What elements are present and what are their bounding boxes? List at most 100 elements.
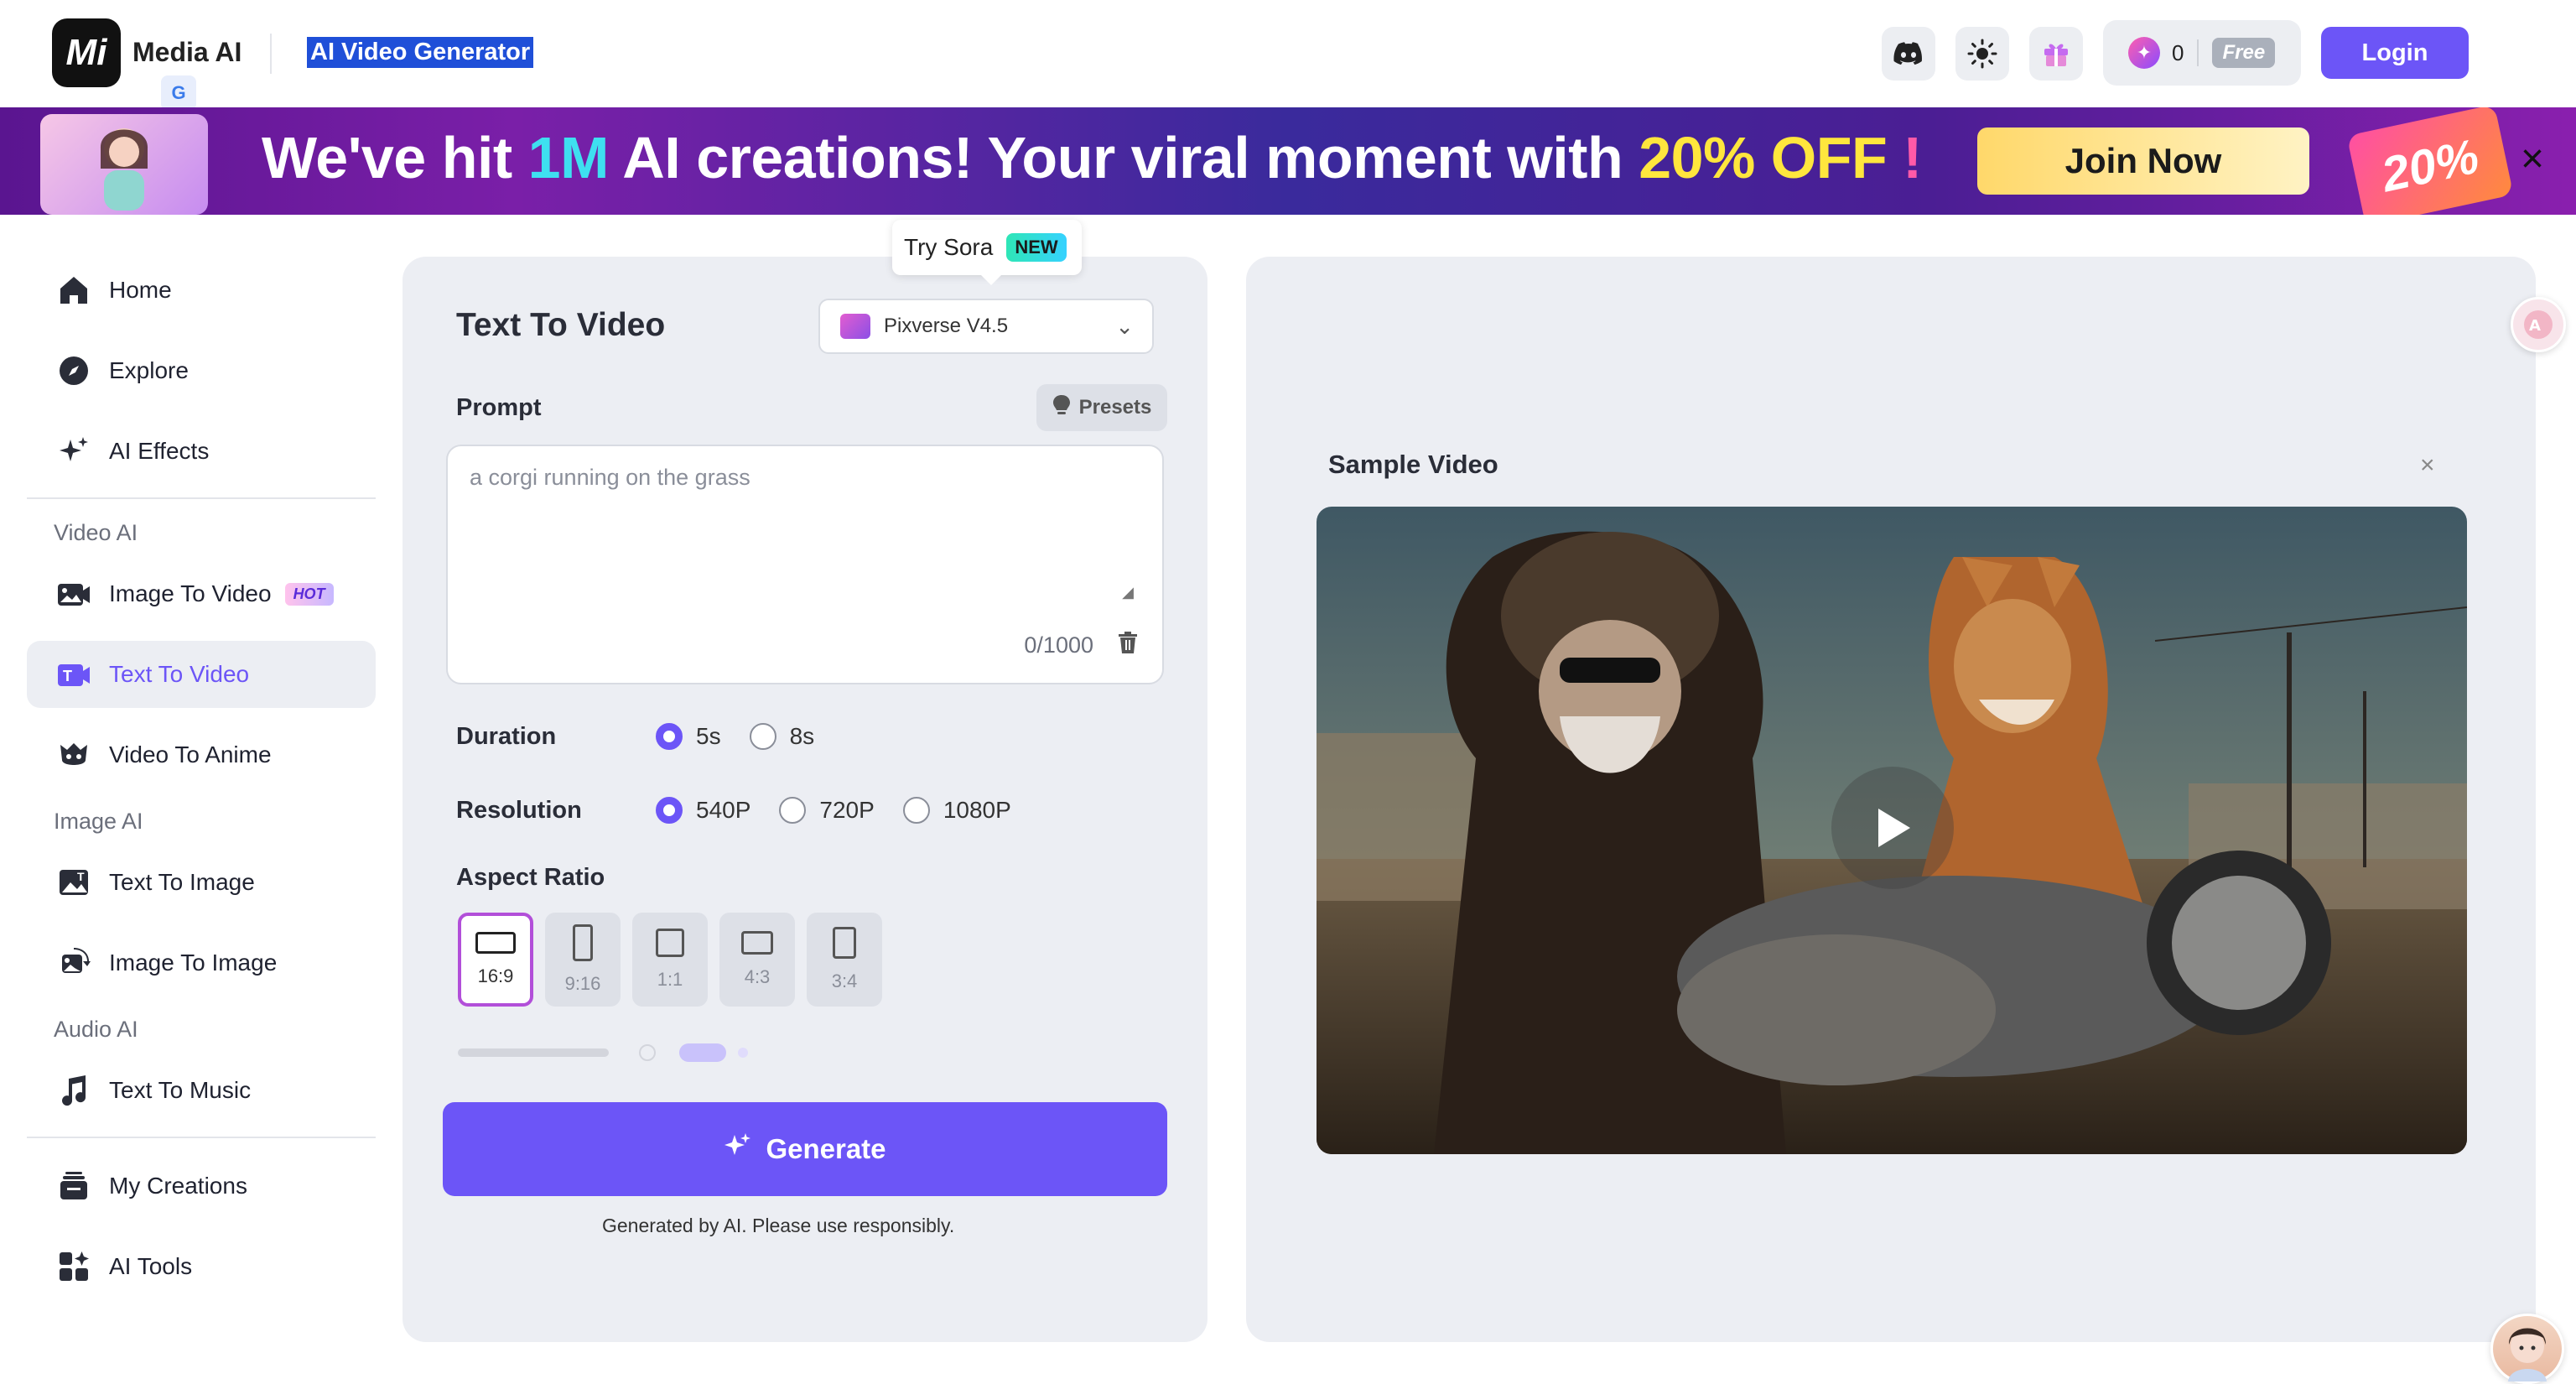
aspect-option-label: 4:3 [744, 966, 771, 987]
assistant-avatar[interactable] [2490, 1314, 2564, 1384]
sidebar-item-explore[interactable]: Explore [27, 337, 376, 404]
brand-name[interactable]: Media AI [132, 37, 242, 68]
sidebar-item-ai-effects[interactable]: AI Effects [27, 418, 376, 485]
radio-unselected[interactable] [902, 797, 930, 824]
banner-text-highlight-1m: 1M [527, 125, 610, 190]
sidebar-item-label: Home [109, 277, 172, 303]
sparkle-icon [55, 433, 92, 470]
join-now-button[interactable]: Join Now [1977, 127, 2309, 195]
svg-text:T: T [63, 668, 72, 684]
translate-widget-icon[interactable]: A [2511, 297, 2566, 352]
chevron-down-icon: ⌄ [1115, 314, 1134, 339]
login-button[interactable]: Login [2321, 27, 2469, 79]
banner-close-icon[interactable]: × [2512, 139, 2553, 181]
home-icon [55, 272, 92, 309]
landscape-shape-icon [475, 932, 516, 954]
sidebar-item-label: Text To Video [109, 661, 250, 687]
sun-icon [1967, 39, 1997, 69]
aspect-option-1-1[interactable]: 1:1 [632, 913, 708, 1007]
trash-icon[interactable] [1117, 631, 1139, 660]
sidebar-item-text-to-image[interactable]: T Text To Image [27, 849, 376, 916]
aspect-option-4-3[interactable]: 4:3 [719, 913, 795, 1007]
discord-icon [1893, 42, 1922, 65]
header-divider [270, 34, 272, 74]
discount-ticket-badge: 20% [2346, 107, 2514, 215]
aspect-option-3-4[interactable]: 3:4 [807, 913, 882, 1007]
generate-button[interactable]: Generate [443, 1102, 1167, 1196]
music-note-icon [55, 1072, 92, 1109]
aspect-option-16-9[interactable]: 16:9 [458, 913, 533, 1007]
sample-video-title: Sample Video [1328, 450, 1498, 479]
duration-option-5s[interactable]: 5s [656, 723, 721, 750]
sidebar-item-image-to-video[interactable]: Image To Video HOT [27, 560, 376, 627]
presets-button[interactable]: Presets [1036, 384, 1167, 431]
play-icon [1878, 809, 1910, 847]
sidebar-item-text-to-video[interactable]: T Text To Video [27, 641, 376, 708]
model-select[interactable]: Pixverse V4.5 ⌄ [818, 299, 1154, 354]
generate-label: Generate [766, 1133, 886, 1164]
page-title: AI Video Generator [307, 37, 534, 68]
aspect-option-9-16[interactable]: 9:16 [545, 913, 621, 1007]
resolution-label: Resolution [456, 797, 582, 824]
sidebar-item-ai-tools[interactable]: AI Tools [27, 1233, 376, 1300]
panel-title: Text To Video [456, 307, 666, 343]
sidebar-item-text-to-music[interactable]: Text To Music [27, 1057, 376, 1124]
duration-option-8s[interactable]: 8s [749, 723, 815, 750]
prompt-label: Prompt [456, 394, 542, 421]
image-video-icon [55, 575, 92, 612]
svg-text:A: A [2529, 317, 2541, 335]
character-icon [100, 128, 148, 211]
tall-shape-icon [833, 927, 856, 959]
duration-radio-group: 5s 8s [656, 723, 843, 750]
square-shape-icon [656, 929, 684, 957]
discord-button[interactable] [1882, 27, 1935, 81]
radio-label: 8s [789, 723, 815, 749]
resolution-option-1080p[interactable]: 1080P [902, 797, 1011, 824]
radio-selected[interactable] [656, 797, 683, 824]
media-ai-logo[interactable]: Mi [52, 18, 121, 87]
sidebar-item-label: Image To Video [109, 580, 272, 606]
folder-stack-icon [55, 1168, 92, 1204]
sidebar-item-my-creations[interactable]: My Creations [27, 1152, 376, 1220]
sample-close-icon[interactable]: × [2420, 451, 2435, 480]
banner-character-illustration [40, 114, 208, 215]
sidebar: Home Explore AI Effects Video AI Image T… [0, 215, 394, 1384]
prompt-textarea[interactable]: a corgi running on the grass ◢ 0/1000 [446, 445, 1164, 684]
try-sora-tooltip[interactable]: Try Sora NEW [892, 220, 1082, 285]
banner-text-exclaim: ! [1887, 125, 1922, 190]
sidebar-item-label: Text To Image [109, 869, 255, 895]
radio-label: 540P [696, 797, 751, 823]
aspect-ratio-label: Aspect Ratio [456, 864, 605, 891]
sidebar-item-image-to-image[interactable]: Image To Image [27, 929, 376, 996]
lightbulb-icon [1052, 394, 1071, 421]
radio-unselected[interactable] [749, 723, 776, 750]
banner-text-part1: We've hit [262, 125, 528, 190]
aspect-option-label: 1:1 [657, 969, 683, 990]
sidebar-item-label: AI Tools [109, 1253, 193, 1279]
resize-handle-icon[interactable]: ◢ [1122, 584, 1134, 601]
aspect-option-label: 16:9 [477, 965, 514, 986]
model-select-value: Pixverse V4.5 [884, 315, 1009, 337]
resolution-option-720p[interactable]: 720P [779, 797, 875, 824]
sidebar-item-label: AI Effects [109, 438, 210, 464]
resolution-option-540p[interactable]: 540P [656, 797, 750, 824]
portrait-shape-icon [573, 924, 593, 961]
faded-toggle-icon [458, 1043, 748, 1062]
sparkle-icon [724, 1132, 752, 1168]
text-image-icon: T [55, 864, 92, 901]
radio-selected[interactable] [656, 723, 683, 750]
promo-banner[interactable]: We've hit 1M AI creations! Your viral mo… [0, 107, 2576, 215]
gift-icon [2044, 44, 2068, 66]
gift-button[interactable] [2029, 27, 2083, 81]
plan-badge: Free [2212, 38, 2276, 68]
theme-toggle-button[interactable] [1955, 27, 2009, 81]
prompt-char-counter: 0/1000 [1024, 632, 1093, 658]
faded-visibility-row [458, 1042, 776, 1069]
text-video-icon: T [55, 656, 92, 693]
play-button[interactable] [1831, 767, 1954, 889]
radio-unselected[interactable] [779, 797, 807, 824]
sidebar-item-video-to-anime[interactable]: Video To Anime [27, 721, 376, 788]
sidebar-divider [27, 497, 376, 499]
sidebar-item-home[interactable]: Home [27, 257, 376, 324]
credits-panel[interactable]: ✦ 0 Free [2103, 20, 2301, 86]
